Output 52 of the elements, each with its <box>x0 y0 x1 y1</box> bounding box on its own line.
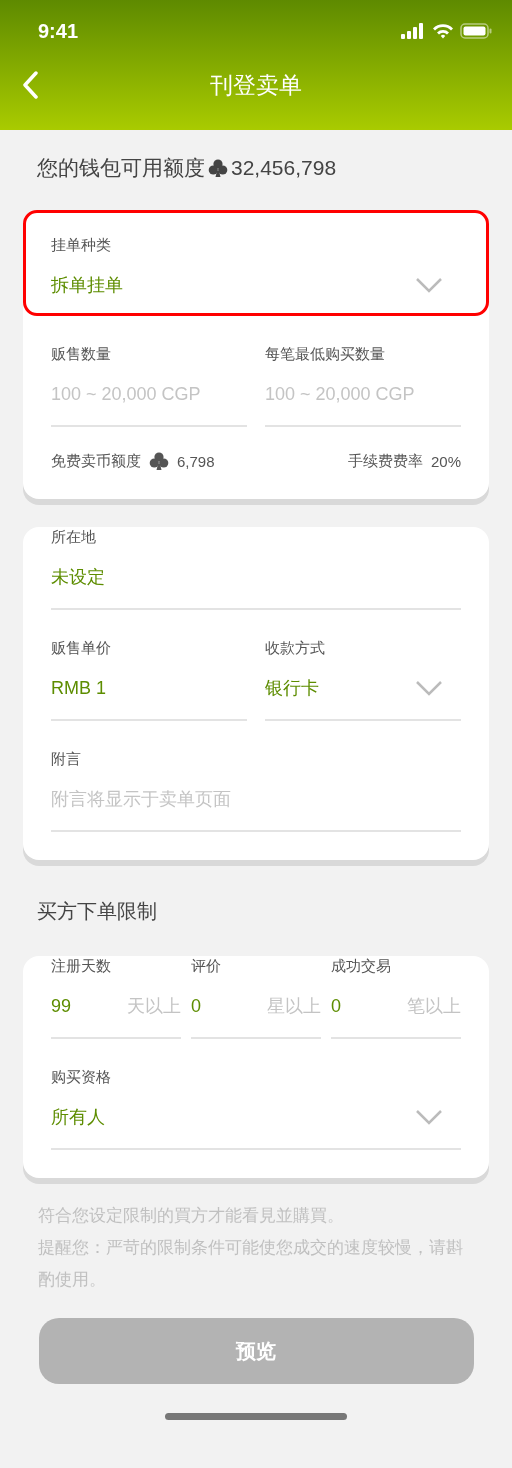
wallet-label: 您的钱包可用额度 <box>37 155 205 181</box>
dropdown-field[interactable]: 银行卡 <box>265 676 461 721</box>
unit-label: 星以上 <box>267 995 321 1018</box>
field-value: 所有人 <box>51 1106 105 1129</box>
back-button[interactable] <box>22 71 38 99</box>
dropdown-field[interactable]: 所有人 <box>51 1105 461 1150</box>
field-label: 贩售数量 <box>51 344 112 364</box>
unit-label: 天以上 <box>127 995 181 1018</box>
field-label: 评价 <box>191 956 222 976</box>
text-field[interactable]: 0 笔以上 <box>331 994 461 1039</box>
field-label: 每笔最低购买数量 <box>265 344 386 364</box>
dropdown-field[interactable]: 拆单挂单 <box>51 273 461 297</box>
field-value: 银行卡 <box>265 677 319 700</box>
info-label: 免费卖币额度 <box>51 451 141 471</box>
field-value: 99 <box>51 995 72 1018</box>
placeholder-text: 100 ~ 20,000 CGP <box>51 383 201 406</box>
signal-icon <box>400 23 426 39</box>
text-field[interactable]: 0 星以上 <box>191 994 321 1039</box>
field-value: 拆单挂单 <box>51 274 123 297</box>
back-icon <box>22 71 38 99</box>
wifi-icon <box>432 23 454 39</box>
page-title: 刊登卖单 <box>210 70 302 100</box>
info-value: 20% <box>430 452 461 470</box>
field-value: 0 <box>331 995 341 1018</box>
field-label: 挂单种类 <box>51 235 112 255</box>
text-field[interactable]: 未设定 <box>51 565 461 610</box>
chevron-down-icon <box>415 1109 443 1125</box>
field-label: 附言 <box>51 749 82 769</box>
section-title: 买方下单限制 <box>36 899 158 924</box>
wallet-amount: 32,456,798 <box>231 156 337 180</box>
club-icon <box>208 158 228 178</box>
field-label: 所在地 <box>51 527 97 547</box>
field-value: 0 <box>191 995 201 1018</box>
chevron-down-icon <box>415 277 443 293</box>
field-label: 收款方式 <box>265 638 326 658</box>
placeholder-text: 附言将显示于卖单页面 <box>51 788 231 811</box>
field-value: 未设定 <box>51 566 105 589</box>
text-field[interactable]: RMB 1 <box>51 676 247 721</box>
unit-label: 笔以上 <box>407 995 461 1018</box>
text-field[interactable]: 99 天以上 <box>51 994 181 1039</box>
battery-icon <box>460 23 492 39</box>
placeholder-text: 100 ~ 20,000 CGP <box>265 383 415 406</box>
field-label: 注册天数 <box>51 956 112 976</box>
info-label: 手续费费率 <box>347 451 423 471</box>
field-label: 购买资格 <box>51 1067 112 1087</box>
info-value: 6,798 <box>177 452 215 470</box>
club-icon <box>149 451 169 471</box>
field-label: 贩售单价 <box>51 638 112 658</box>
chevron-down-icon <box>415 680 443 696</box>
field-label: 成功交易 <box>331 956 392 976</box>
field-value: RMB 1 <box>51 677 106 700</box>
status-time: 9:41 <box>38 19 79 43</box>
